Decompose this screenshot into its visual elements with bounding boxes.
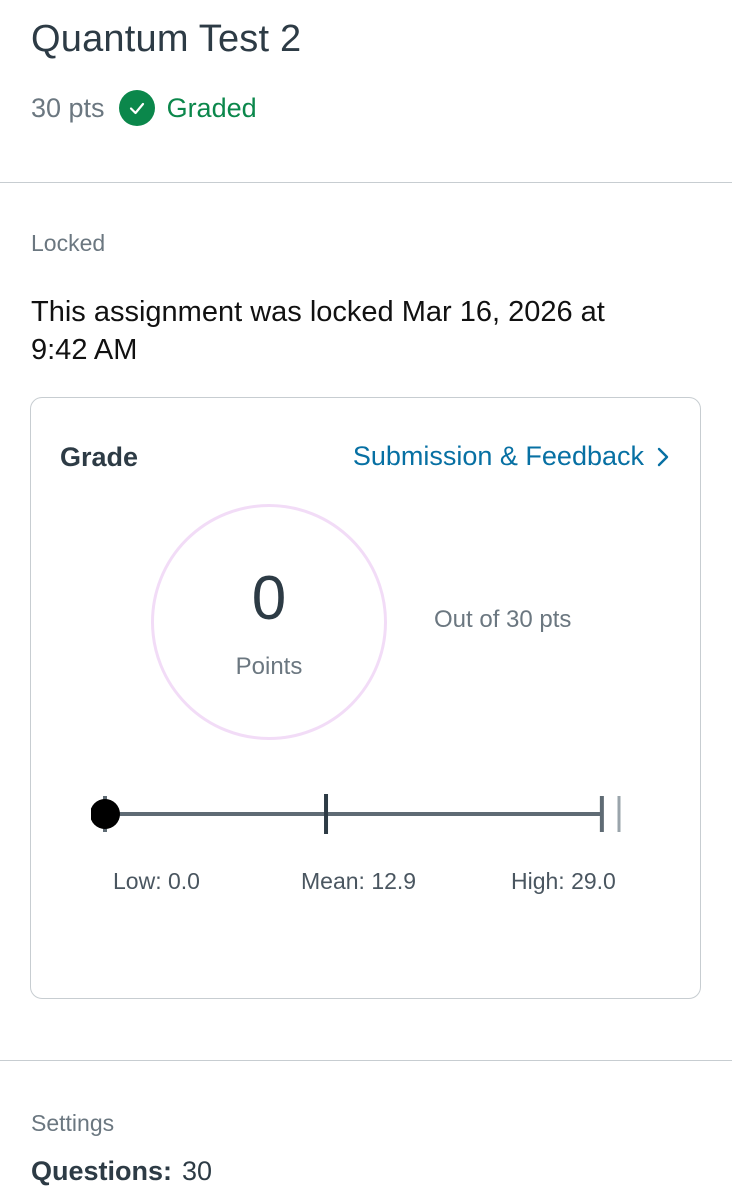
grade-card: Grade Submission & Feedback 0 Points Out… — [30, 397, 701, 999]
assignment-header: Quantum Test 2 30 pts Graded — [0, 0, 732, 183]
assignment-title: Quantum Test 2 — [31, 18, 302, 60]
high-score-label: High: 29.0 — [511, 868, 616, 894]
settings-heading: Settings — [31, 1110, 115, 1136]
locked-message: This assignment was locked Mar 16, 2026 … — [31, 296, 605, 366]
check-circle-icon — [118, 90, 155, 126]
out-of-points: Out of 30 pts — [434, 606, 572, 633]
settings-divider — [0, 1060, 732, 1061]
questions-setting: Questions: 30 — [31, 1156, 212, 1187]
graded-status: Graded — [166, 92, 257, 123]
submission-feedback-label: Submission & Feedback — [352, 441, 644, 471]
grade-heading: Grade — [60, 442, 139, 472]
score-value: 0 — [251, 564, 287, 633]
header-divider — [0, 182, 732, 183]
submission-feedback-link[interactable]: Submission & Feedback — [353, 441, 670, 472]
assignment-meta: 30 pts Graded — [31, 88, 257, 128]
student-score-marker — [91, 799, 120, 829]
score-distribution-scale — [91, 794, 621, 834]
locked-label: Locked — [31, 230, 106, 256]
chevron-right-icon — [656, 446, 670, 468]
score-ring: 0 Points — [151, 504, 387, 740]
mean-score-label: Mean: 12.9 — [301, 868, 417, 894]
score-unit: Points — [235, 653, 303, 680]
assignment-page: Quantum Test 2 30 pts Graded Locked This… — [0, 0, 732, 1200]
questions-label: Questions: — [31, 1156, 173, 1186]
assignment-points: 30 pts — [31, 92, 105, 123]
questions-value: 30 — [182, 1156, 213, 1186]
low-score-label: Low: 0.0 — [113, 868, 200, 894]
